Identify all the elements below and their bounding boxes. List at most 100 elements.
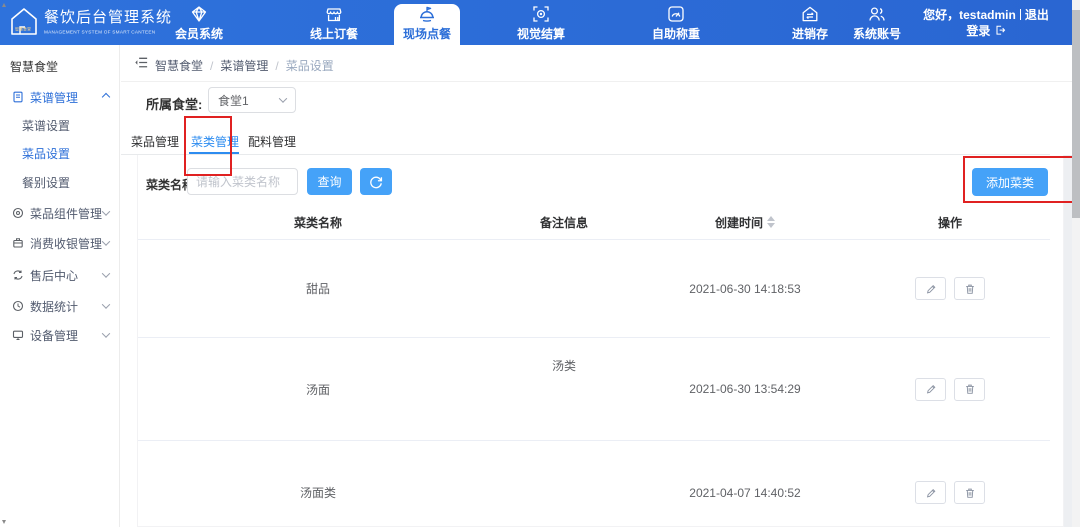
nav-system-account[interactable]: 系统账号 (853, 0, 901, 45)
sidebar-item-dish-components[interactable]: 菜品组件管理 (0, 201, 120, 225)
app-logo: 智慧食堂 餐饮后台管理系统 MANAGEMENT SYSTEM OF SMART… (8, 5, 281, 39)
sidebar-item-dish-settings[interactable]: 菜品设置 (0, 141, 120, 165)
vip-diamond-icon (189, 4, 209, 24)
column-header-actions: 操作 (860, 205, 1040, 239)
scrollbar-up-arrow[interactable] (2, 3, 6, 7)
nav-dine-in[interactable]: 现场点餐 (403, 0, 451, 45)
device-monitor-icon (12, 329, 25, 342)
cell-remark (498, 441, 630, 527)
refresh-button[interactable] (360, 168, 392, 195)
edit-button[interactable] (915, 378, 946, 401)
chevron-down-icon (102, 300, 110, 308)
sidebar-item-device-mgmt[interactable]: 设备管理 (0, 323, 120, 347)
cashier-icon (12, 237, 25, 250)
column-header-created[interactable]: 创建时间 (630, 205, 860, 239)
scrollbar-thumb[interactable] (1072, 10, 1080, 218)
stats-clock-icon (12, 300, 25, 313)
aftersale-icon (12, 269, 25, 282)
delete-icon (964, 383, 976, 395)
sidebar-collapse-icon[interactable] (134, 55, 149, 70)
sidebar-item-cashier-mgmt[interactable]: 消费收银管理 (0, 231, 120, 255)
cell-actions (860, 240, 1040, 337)
canteen-select[interactable]: 食堂1 (208, 87, 296, 113)
sidebar: 智慧食堂 菜谱管理 菜谱设置 菜品设置 餐别设置 菜品组件管理 消费收银管理 售… (0, 45, 120, 527)
delete-button[interactable] (954, 277, 985, 300)
chevron-down-icon (102, 329, 110, 337)
sidebar-item-recipe-mgmt[interactable]: 菜谱管理 (0, 85, 120, 109)
edit-icon (925, 383, 937, 395)
breadcrumb: 智慧食堂/菜谱管理/菜品设置 (155, 57, 334, 74)
app-subtitle: MANAGEMENT SYSTEM OF SMART CANTEEN (44, 30, 155, 35)
menu-book-icon (12, 91, 25, 104)
divider (1020, 9, 1021, 20)
table-row: 汤面 汤类 2021-06-30 13:54:29 (138, 338, 1050, 441)
breadcrumb-item[interactable]: 菜谱管理 (220, 59, 268, 73)
sort-caret-icon[interactable] (767, 216, 775, 228)
cell-category-name: 汤面类 (138, 441, 498, 527)
page-background-strip (1064, 155, 1072, 527)
chevron-down-icon (102, 207, 110, 215)
sidebar-item-aftersale-center[interactable]: 售后中心 (0, 263, 120, 287)
cell-created-time: 2021-04-07 14:40:52 (630, 441, 860, 527)
weigh-scale-icon (666, 4, 686, 24)
search-button[interactable]: 查询 (307, 168, 352, 195)
refresh-icon (369, 175, 383, 189)
dine-in-icon (417, 4, 437, 24)
delete-button[interactable] (954, 481, 985, 504)
cell-actions (860, 441, 1040, 527)
sidebar-title: 智慧食堂 (10, 58, 58, 75)
column-header-name: 菜类名称 (138, 205, 498, 239)
add-category-button[interactable]: 添加菜类 (972, 168, 1048, 196)
delete-icon (964, 487, 976, 499)
delete-button[interactable] (954, 378, 985, 401)
logo-badge-text: 智慧食堂 (15, 26, 31, 32)
sidebar-item-recipe-settings[interactable]: 菜谱设置 (0, 113, 120, 137)
edit-button[interactable] (915, 481, 946, 504)
sidebar-item-data-stats[interactable]: 数据统计 (0, 294, 120, 318)
canteen-select-value: 食堂1 (218, 92, 249, 109)
table-row: 甜品 2021-06-30 14:18:53 (138, 240, 1050, 338)
sidebar-item-meal-settings[interactable]: 餐别设置 (0, 170, 120, 194)
app-title: 餐饮后台管理系统 (44, 6, 281, 27)
cell-category-name: 汤面 (138, 338, 498, 440)
delete-icon (964, 283, 976, 295)
cell-category-name: 甜品 (138, 240, 498, 337)
tab-category-mgmt[interactable]: 菜类管理 (191, 133, 239, 150)
edit-button[interactable] (915, 277, 946, 300)
scrollbar-down-arrow[interactable] (2, 520, 6, 524)
components-icon (12, 207, 25, 220)
nav-online-order[interactable]: 线上订餐 (310, 0, 358, 45)
top-header: 智慧食堂 餐饮后台管理系统 MANAGEMENT SYSTEM OF SMART… (0, 0, 1080, 45)
breadcrumb-bar: 智慧食堂/菜谱管理/菜品设置 (121, 45, 1072, 82)
cell-created-time: 2021-06-30 14:18:53 (630, 240, 860, 337)
chevron-down-icon (279, 94, 287, 102)
chevron-down-icon (102, 237, 110, 245)
nav-self-weigh[interactable]: 自助称重 (652, 0, 700, 45)
edit-icon (925, 283, 937, 295)
breadcrumb-item[interactable]: 智慧食堂 (155, 59, 203, 73)
nav-member-system[interactable]: 会员系统 (175, 0, 223, 45)
logout-icon[interactable] (994, 24, 1006, 36)
vision-scan-icon (531, 4, 551, 24)
chevron-down-icon (102, 269, 110, 277)
cell-actions (860, 338, 1040, 440)
table-row: 汤面类 2021-04-07 14:40:52 (138, 441, 1050, 527)
vertical-scrollbar[interactable] (1072, 0, 1080, 527)
canteen-label: 所属食堂: (146, 94, 202, 113)
inventory-icon (800, 4, 820, 24)
breadcrumb-current: 菜品设置 (286, 59, 334, 73)
nav-vision-settle[interactable]: 视觉结算 (517, 0, 565, 45)
user-block: 您好，testadmin退出登录 (922, 7, 1050, 39)
cell-remark: 汤类 (498, 338, 630, 440)
smart-canteen-logo-icon: 智慧食堂 (8, 5, 40, 39)
category-name-input[interactable] (187, 168, 298, 195)
storefront-icon (324, 4, 344, 24)
tab-ingredient-mgmt[interactable]: 配料管理 (248, 133, 296, 150)
tab-dish-mgmt[interactable]: 菜品管理 (131, 133, 179, 150)
edit-icon (925, 487, 937, 499)
user-greeting: 您好，testadmin (923, 8, 1016, 22)
nav-inventory[interactable]: 进销存 (792, 0, 828, 45)
account-users-icon (867, 4, 887, 24)
column-header-remark: 备注信息 (498, 205, 630, 239)
cell-created-time: 2021-06-30 13:54:29 (630, 338, 860, 440)
